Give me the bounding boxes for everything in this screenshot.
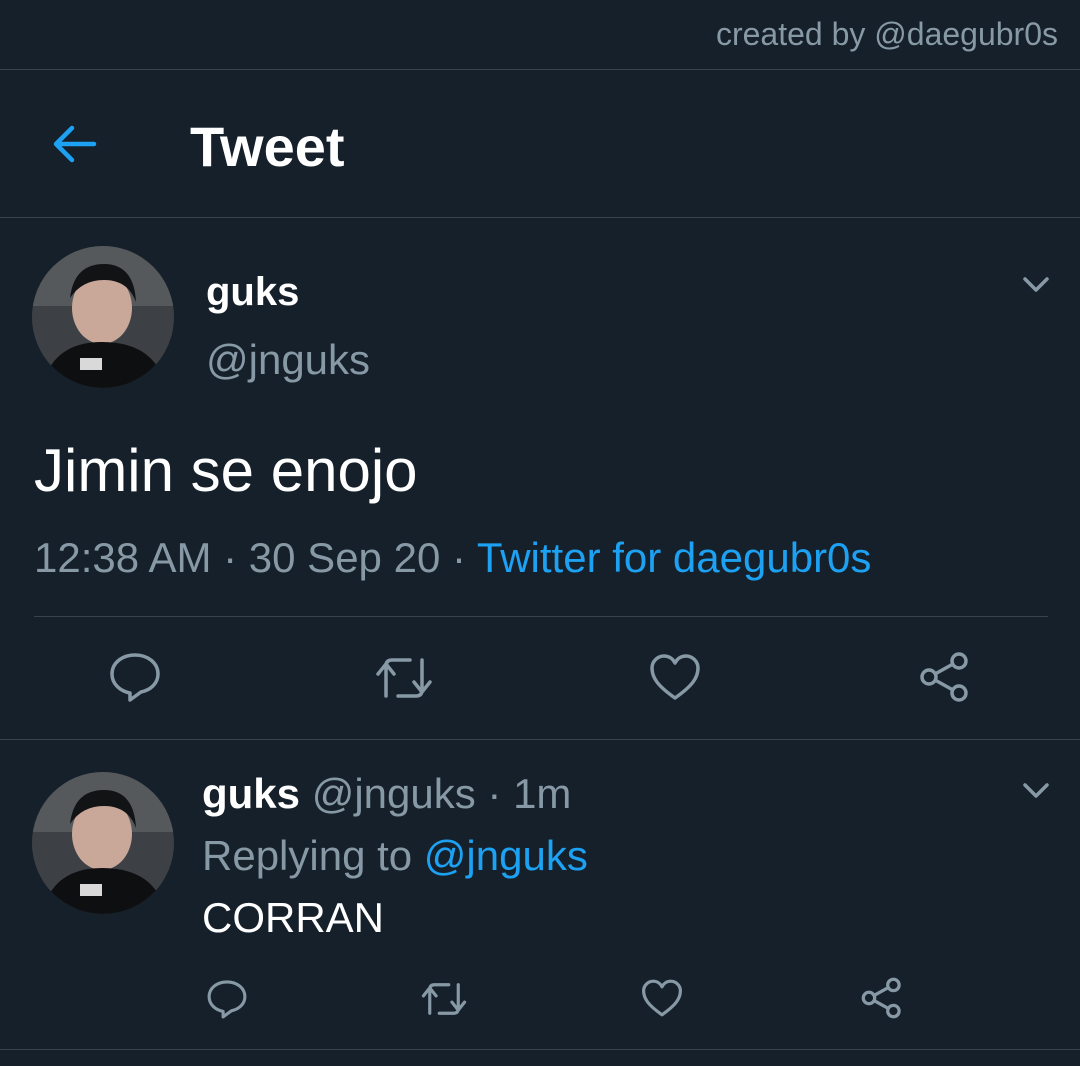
- meta-separator: ·: [211, 534, 249, 581]
- back-arrow-icon[interactable]: [50, 122, 98, 166]
- tweet-age: 1m: [513, 770, 572, 817]
- replying-handle-link[interactable]: @jnguks: [424, 832, 588, 879]
- chevron-down-icon[interactable]: [1022, 276, 1050, 294]
- meta-separator: ·: [475, 770, 514, 817]
- reply-icon[interactable]: [108, 650, 162, 704]
- reply-header: guks @jnguks · 1m: [202, 770, 571, 818]
- like-icon[interactable]: [648, 652, 702, 702]
- share-icon[interactable]: [918, 650, 972, 704]
- user-handle[interactable]: @jnguks: [312, 770, 476, 817]
- tweet-time: 12:38 AM: [34, 534, 212, 581]
- retweet-icon[interactable]: [420, 980, 468, 1018]
- display-name[interactable]: guks: [206, 270, 299, 315]
- tweet-text: Jimin se enojo: [34, 437, 418, 504]
- credit-bar: created by @daegubr0s: [0, 0, 1080, 70]
- top-bar: Tweet: [0, 70, 1080, 218]
- divider: [34, 616, 1048, 617]
- credit-text: created by @daegubr0s: [715, 16, 1058, 52]
- retweet-icon[interactable]: [374, 654, 434, 702]
- share-icon[interactable]: [860, 976, 904, 1020]
- replying-to: Replying to @jnguks: [202, 832, 588, 880]
- avatar[interactable]: [32, 246, 174, 388]
- page-title: Tweet: [190, 115, 345, 178]
- display-name[interactable]: guks: [202, 770, 300, 817]
- replying-prefix: Replying to: [202, 832, 424, 879]
- tweet-meta: 12:38 AM · 30 Sep 20 · Twitter for daegu…: [34, 534, 871, 582]
- meta-separator: ·: [440, 534, 477, 581]
- tweet-source-link[interactable]: Twitter for daegubr0s: [477, 534, 872, 581]
- reply-icon[interactable]: [206, 978, 248, 1020]
- like-icon[interactable]: [640, 978, 684, 1018]
- reply-text: CORRAN: [202, 894, 385, 941]
- user-handle[interactable]: @jnguks: [206, 336, 370, 384]
- chevron-down-icon[interactable]: [1022, 782, 1050, 800]
- tweet-date: 30 Sep 20: [248, 534, 441, 581]
- main-tweet: guks @jnguks Jimin se enojo 12:38 AM · 3…: [0, 218, 1080, 740]
- reply-tweet[interactable]: guks @jnguks · 1m Replying to @jnguks CO…: [0, 740, 1080, 1050]
- avatar[interactable]: [32, 772, 174, 914]
